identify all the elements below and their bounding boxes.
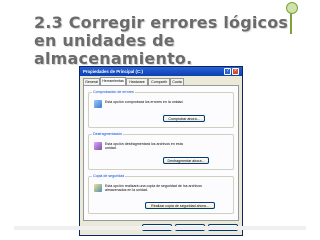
- tab-compartir[interactable]: Compartir: [148, 78, 170, 85]
- properties-dialog: Propiedades de Principal (C:) ? × Genera…: [79, 66, 243, 236]
- slide-title: 2.3 Corregir errores lógicos en unidades…: [34, 13, 289, 68]
- close-button[interactable]: ×: [232, 68, 239, 75]
- dialog-titlebar: Propiedades de Principal (C:): [80, 67, 242, 76]
- tools-panel: Comprobación de errores Esta opción comp…: [83, 85, 239, 221]
- dialog-title: Propiedades de Principal (C:): [83, 69, 143, 74]
- tab-general[interactable]: General: [83, 78, 100, 85]
- group-title-backup: Copia de seguridad: [92, 174, 126, 179]
- backup-now-button[interactable]: Realizar copia de seguridad ahora...: [145, 202, 215, 209]
- tab-herramientas[interactable]: Herramientas: [100, 77, 126, 85]
- group-defrag: Desfragmentación Esta opción desfragment…: [88, 132, 234, 170]
- tab-cuota[interactable]: Cuota: [170, 78, 184, 85]
- defrag-icon: [94, 142, 102, 150]
- group-title-defrag: Desfragmentación: [92, 132, 124, 137]
- defrag-text: Esta opción desfragmentará los archivos …: [105, 142, 183, 151]
- error-check-text: Esta opción comprobará los errores en la…: [105, 100, 184, 104]
- slide: 2.3 Corregir errores lógicos en unidades…: [0, 0, 320, 240]
- error-check-icon: [94, 100, 102, 108]
- help-button[interactable]: ?: [224, 68, 231, 75]
- slide-footer-bar: [14, 226, 306, 230]
- backup-text: Esta opción realizará una copia de segur…: [105, 184, 202, 193]
- defrag-now-button[interactable]: Desfragmentar ahora...: [163, 157, 209, 164]
- group-backup: Copia de seguridad Esta opción realizará…: [88, 174, 234, 214]
- check-now-button[interactable]: Comprobar ahora...: [163, 115, 205, 122]
- backup-icon: [94, 184, 102, 192]
- group-error-check: Comprobación de errores Esta opción comp…: [88, 90, 234, 128]
- tab-hardware[interactable]: Hardware: [126, 78, 148, 85]
- group-title-error-check: Comprobación de errores: [92, 90, 135, 95]
